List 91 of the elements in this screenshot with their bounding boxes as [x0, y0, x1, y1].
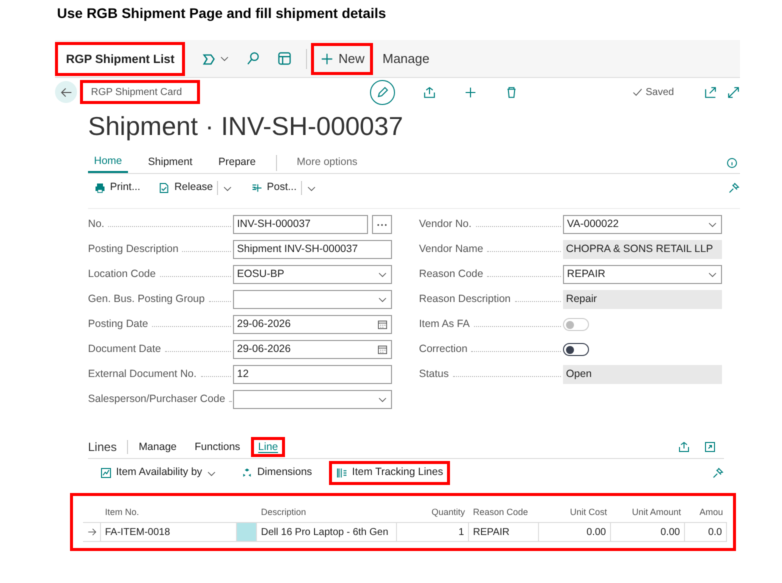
tab[interactable]: Prepare — [212, 152, 262, 173]
input-field[interactable]: 12 — [233, 365, 392, 384]
expand-icon — [704, 440, 716, 452]
manage-button[interactable]: Manage — [373, 42, 438, 74]
chart-icon — [100, 467, 112, 479]
column-header[interactable]: Item No. — [101, 506, 237, 520]
share-icon — [678, 440, 690, 452]
toggle-switch[interactable] — [563, 343, 589, 356]
calendar-icon — [377, 344, 388, 355]
readonly-field: Open — [563, 365, 722, 384]
expand-icon — [727, 86, 740, 98]
field-label: Vendor No. — [419, 216, 473, 232]
pin-icon — [712, 467, 724, 479]
field-label: Document Date — [88, 342, 162, 357]
column-header[interactable]: Quantity — [397, 506, 469, 520]
barcode-list-icon — [336, 467, 348, 479]
readonly-field: Repair — [563, 290, 722, 309]
post-icon — [250, 182, 263, 194]
dropdown-field[interactable] — [233, 290, 392, 309]
field-label: Gen. Bus. Posting Group — [88, 292, 206, 307]
table-cell: 0.0 — [685, 523, 727, 541]
field-label: Posting Description — [88, 242, 180, 257]
field-label: No. — [88, 216, 106, 232]
field-label: Item As FA — [419, 316, 471, 332]
cubes-icon — [241, 467, 254, 479]
table-cell: Dell 16 Pro Laptop - 6th Gen — [257, 523, 397, 541]
date-field[interactable]: 29-06-2026 — [233, 315, 392, 334]
tab[interactable]: Functions — [188, 436, 248, 456]
table-cell: 0.00 — [611, 523, 685, 541]
table-cell: REPAIR — [469, 523, 539, 541]
field-label: Status — [419, 366, 450, 382]
dropdown-field[interactable]: REPAIR — [563, 265, 722, 284]
input-field[interactable]: INV-SH-000037 — [233, 215, 368, 234]
check-icon — [632, 86, 643, 98]
back-button[interactable] — [55, 81, 77, 103]
field-label: Location Code — [88, 266, 157, 282]
search-icon — [246, 51, 262, 66]
field-label: External Document No. — [88, 366, 198, 382]
column-header[interactable]: Unit Cost — [539, 506, 611, 520]
readonly-field: CHOPRA & SONS RETAIL LLP — [563, 240, 722, 259]
lookup-button[interactable] — [372, 215, 392, 234]
breadcrumb[interactable]: RGP Shipment Card — [80, 80, 200, 104]
tab[interactable]: Line — [251, 436, 286, 456]
field-label: Vendor Name — [419, 242, 484, 257]
printer-icon — [94, 182, 106, 194]
dropdown-button[interactable]: Item Availability by — [93, 461, 224, 485]
action-button[interactable]: Item Tracking Lines — [329, 461, 450, 485]
card-title: Shipment · INV-SH-000037 — [88, 110, 404, 143]
plus-icon — [464, 86, 477, 98]
document-check-icon — [158, 182, 170, 194]
trash-icon — [505, 86, 518, 98]
pop-out-icon — [704, 86, 717, 98]
section-title: Lines — [88, 438, 118, 456]
pin-icon — [728, 182, 740, 194]
date-field[interactable]: 29-06-2026 — [233, 340, 392, 359]
table-cell[interactable] — [237, 523, 257, 541]
save-status: Saved — [646, 86, 674, 100]
column-header[interactable]: Unit Amount — [611, 506, 685, 520]
caption: Use RGB Shipment Page and fill shipment details — [56, 4, 388, 23]
tab[interactable]: Shipment — [142, 152, 198, 173]
share-icon — [423, 86, 436, 98]
column-header[interactable]: Amou — [685, 506, 727, 520]
table-cell: 1 — [397, 523, 469, 541]
page-title[interactable]: RGP Shipment List — [55, 42, 186, 76]
back-arrow-icon — [60, 86, 72, 98]
tab[interactable]: Home — [88, 152, 128, 173]
dropdown-field[interactable]: EOSU-BP — [233, 265, 392, 284]
calendar-icon — [377, 319, 388, 330]
pencil-icon — [376, 86, 389, 98]
action-button[interactable]: Dimensions — [234, 461, 320, 485]
release-button[interactable]: Release — [158, 180, 213, 196]
column-header[interactable]: Description — [257, 506, 397, 520]
dropdown-field[interactable] — [233, 390, 392, 409]
tab[interactable]: Manage — [132, 436, 184, 456]
tab[interactable]: More options — [290, 152, 364, 173]
input-field[interactable]: Shipment INV-SH-000037 — [233, 240, 392, 259]
table-cell: 0.00 — [539, 523, 611, 541]
field-label: Reason Description — [419, 292, 512, 307]
panel-icon — [277, 51, 292, 66]
field-label: Posting Date — [88, 316, 150, 332]
info-icon — [726, 156, 738, 168]
column-header[interactable]: Reason Code — [469, 506, 539, 520]
plus-icon — [320, 52, 334, 66]
field-label: Salesperson/Purchaser Code — [88, 392, 226, 407]
new-button[interactable]: New — [311, 42, 374, 74]
post-button[interactable]: Post... — [250, 180, 297, 196]
print-button[interactable]: Print... — [94, 180, 140, 196]
dropdown-field[interactable]: VA-000022 — [563, 215, 722, 234]
edit-button[interactable] — [370, 80, 395, 104]
field-label: Reason Code — [419, 266, 484, 282]
field-label: Correction — [419, 342, 468, 357]
